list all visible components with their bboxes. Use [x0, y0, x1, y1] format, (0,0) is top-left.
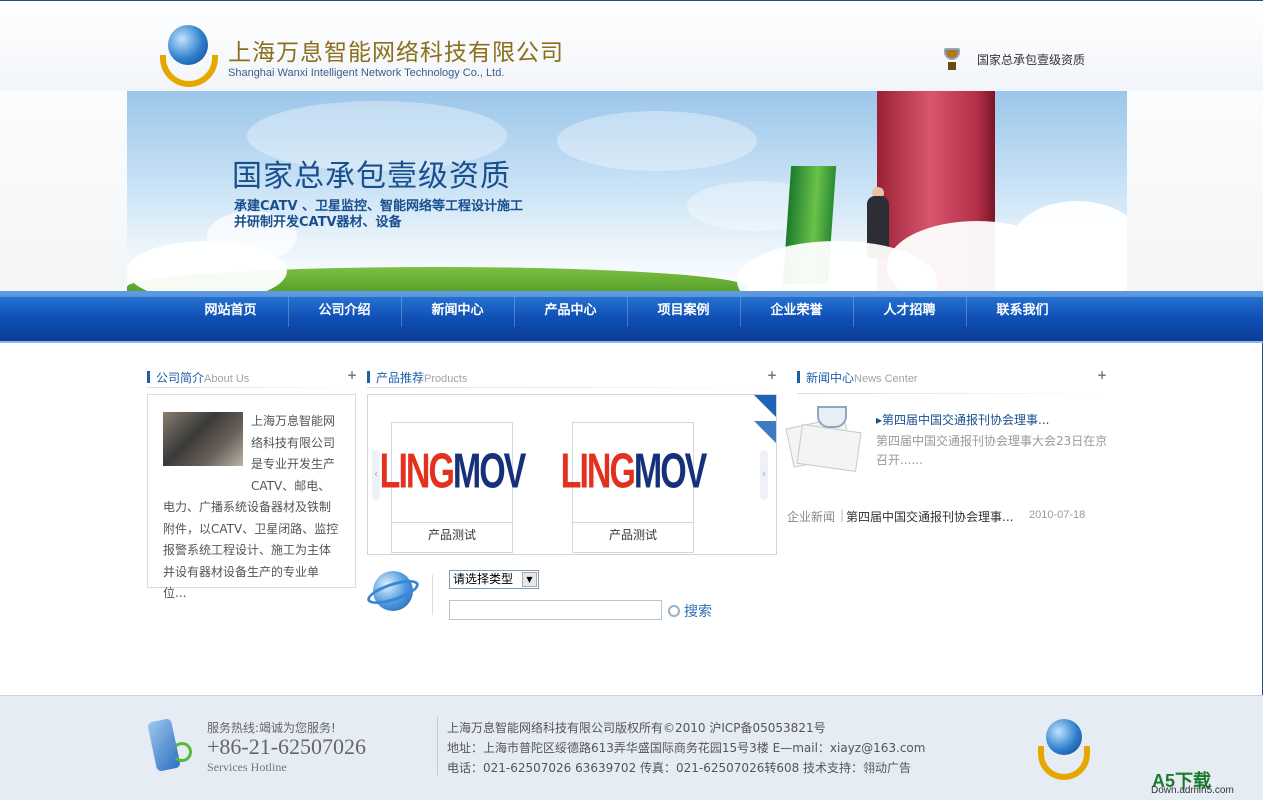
company-logo-globe-icon[interactable] — [168, 25, 208, 65]
nav-item-contact[interactable]: 联系我们 — [966, 291, 1079, 331]
about-section-title: 公司简介About Us — [147, 369, 249, 386]
nav-item-honors[interactable]: 企业荣誉 — [740, 291, 853, 331]
footer-divider — [437, 717, 438, 775]
company-name-en: Shanghai Wanxi Intelligent Network Techn… — [228, 67, 505, 79]
coffee-cup-icon — [817, 406, 847, 428]
carousel-next-arrow-icon[interactable]: › — [760, 450, 768, 500]
news-item-date: 2010-07-18 — [1029, 509, 1086, 521]
company-name-cn: 上海万息智能网络科技有限公司 — [228, 40, 564, 66]
banner-right-margin — [1127, 91, 1263, 291]
news-section-title: 新闻中心News Center — [797, 369, 918, 386]
news-title-en: News Center — [854, 373, 918, 385]
nav-item-careers[interactable]: 人才招聘 — [853, 291, 966, 331]
news-title-cn: 新闻中心 — [806, 371, 855, 385]
products-divider — [367, 387, 777, 388]
nav-item-products[interactable]: 产品中心 — [514, 291, 627, 331]
trophy-icon — [944, 48, 960, 70]
footer-copyright: 上海万息智能网络科技有限公司版权所有©2010 沪ICP备05053821号 — [447, 721, 826, 735]
news-divider — [797, 393, 1107, 394]
search-type-select[interactable]: 请选择类型 ▼ — [449, 570, 539, 589]
about-title-cn: 公司简介 — [156, 371, 205, 385]
about-title-en: About Us — [204, 373, 250, 385]
search-button[interactable]: 搜索 — [668, 601, 712, 620]
nav-highlight — [0, 291, 1263, 297]
news-summary: 第四届中国交通报刊协会理事大会23日在京召开...... — [876, 434, 1108, 467]
product-image[interactable]: LINGMOV — [380, 423, 526, 523]
search-type-value: 请选择类型 — [453, 572, 514, 586]
search-input[interactable] — [449, 600, 662, 620]
products-more-button[interactable]: + — [767, 368, 777, 382]
product-card[interactable]: LINGMOV 产品测试 — [561, 422, 707, 553]
lingmov-logo: LINGMOV — [560, 444, 708, 500]
phone-icon — [147, 718, 196, 774]
news-item-category[interactable]: 企业新闻 — [787, 508, 835, 525]
news-thumbnail[interactable] — [785, 406, 865, 472]
products-section-title: 产品推荐Products — [367, 369, 467, 386]
hero-banner: 国家总承包壹级资质 承建CATV 、卫星监控、智能网络等工程设计施工 并研制开发… — [127, 91, 1127, 291]
lingmov-logo: LINGMOV — [379, 444, 527, 500]
search-button-label: 搜索 — [684, 604, 712, 620]
search-icon — [668, 605, 680, 617]
about-text-wrap: 上海万息智能网络科技有限公司是专业开发生产CATV、邮电、电力、广播系统设备器材… — [163, 411, 341, 605]
about-divider — [147, 387, 359, 388]
chevron-down-icon[interactable]: ▼ — [522, 572, 537, 587]
nav-item-about[interactable]: 公司介绍 — [288, 291, 401, 331]
news-item-title-link[interactable]: 第四届中国交通报刊协会理事... — [846, 508, 1013, 525]
footer-logo-globe-icon — [1046, 719, 1082, 755]
products-title-cn: 产品推荐 — [376, 371, 425, 385]
about-box: 上海万息智能网络科技有限公司是专业开发生产CATV、邮电、电力、广播系统设备器材… — [147, 394, 356, 600]
nav-item-news[interactable]: 新闻中心 — [401, 291, 514, 331]
main-nav: 网站首页 公司介绍 新闻中心 产品中心 项目案例 企业荣誉 人才招聘 联系我们 — [0, 291, 1263, 343]
footer-address: 地址：上海市普陀区绥德路613弄华盛国际商务花园15号3楼 E—mail：xia… — [447, 741, 926, 755]
products-title-en: Products — [424, 373, 468, 385]
news-headline-link[interactable]: 第四届中国交通报刊协会理事... — [876, 411, 1049, 428]
banner-left-margin — [0, 91, 127, 291]
nav-item-cases[interactable]: 项目案例 — [627, 291, 740, 331]
qualification-text: 国家总承包壹级资质 — [977, 53, 1086, 67]
watermark-url: Down.admin5.com — [1151, 785, 1234, 796]
banner-title: 国家总承包壹级资质 — [232, 159, 511, 194]
products-carousel: ‹ › LINGMOV 产品测试 LINGMOV 产品测试 — [367, 394, 777, 555]
corner-tag-icon — [754, 395, 776, 443]
about-more-button[interactable]: + — [347, 368, 357, 382]
nav-item-home[interactable]: 网站首页 — [174, 291, 287, 331]
product-image[interactable]: LINGMOV — [561, 423, 707, 523]
banner-subtitle-2: 并研制开发CATV器材、设备 — [234, 215, 402, 230]
hotline-number: +86-21-62507026 — [207, 734, 367, 759]
search-divider — [432, 575, 433, 615]
product-name[interactable]: 产品测试 — [573, 526, 693, 543]
hotline-label-en: Services Hotline — [207, 760, 287, 774]
news-item-separator: | — [840, 508, 845, 522]
product-card[interactable]: LINGMOV 产品测试 — [380, 422, 526, 553]
footer-contact: 电话：021-62507026 63639702 传真：021-62507026… — [447, 761, 912, 775]
product-name[interactable]: 产品测试 — [392, 526, 512, 543]
news-more-button[interactable]: + — [1097, 368, 1107, 382]
